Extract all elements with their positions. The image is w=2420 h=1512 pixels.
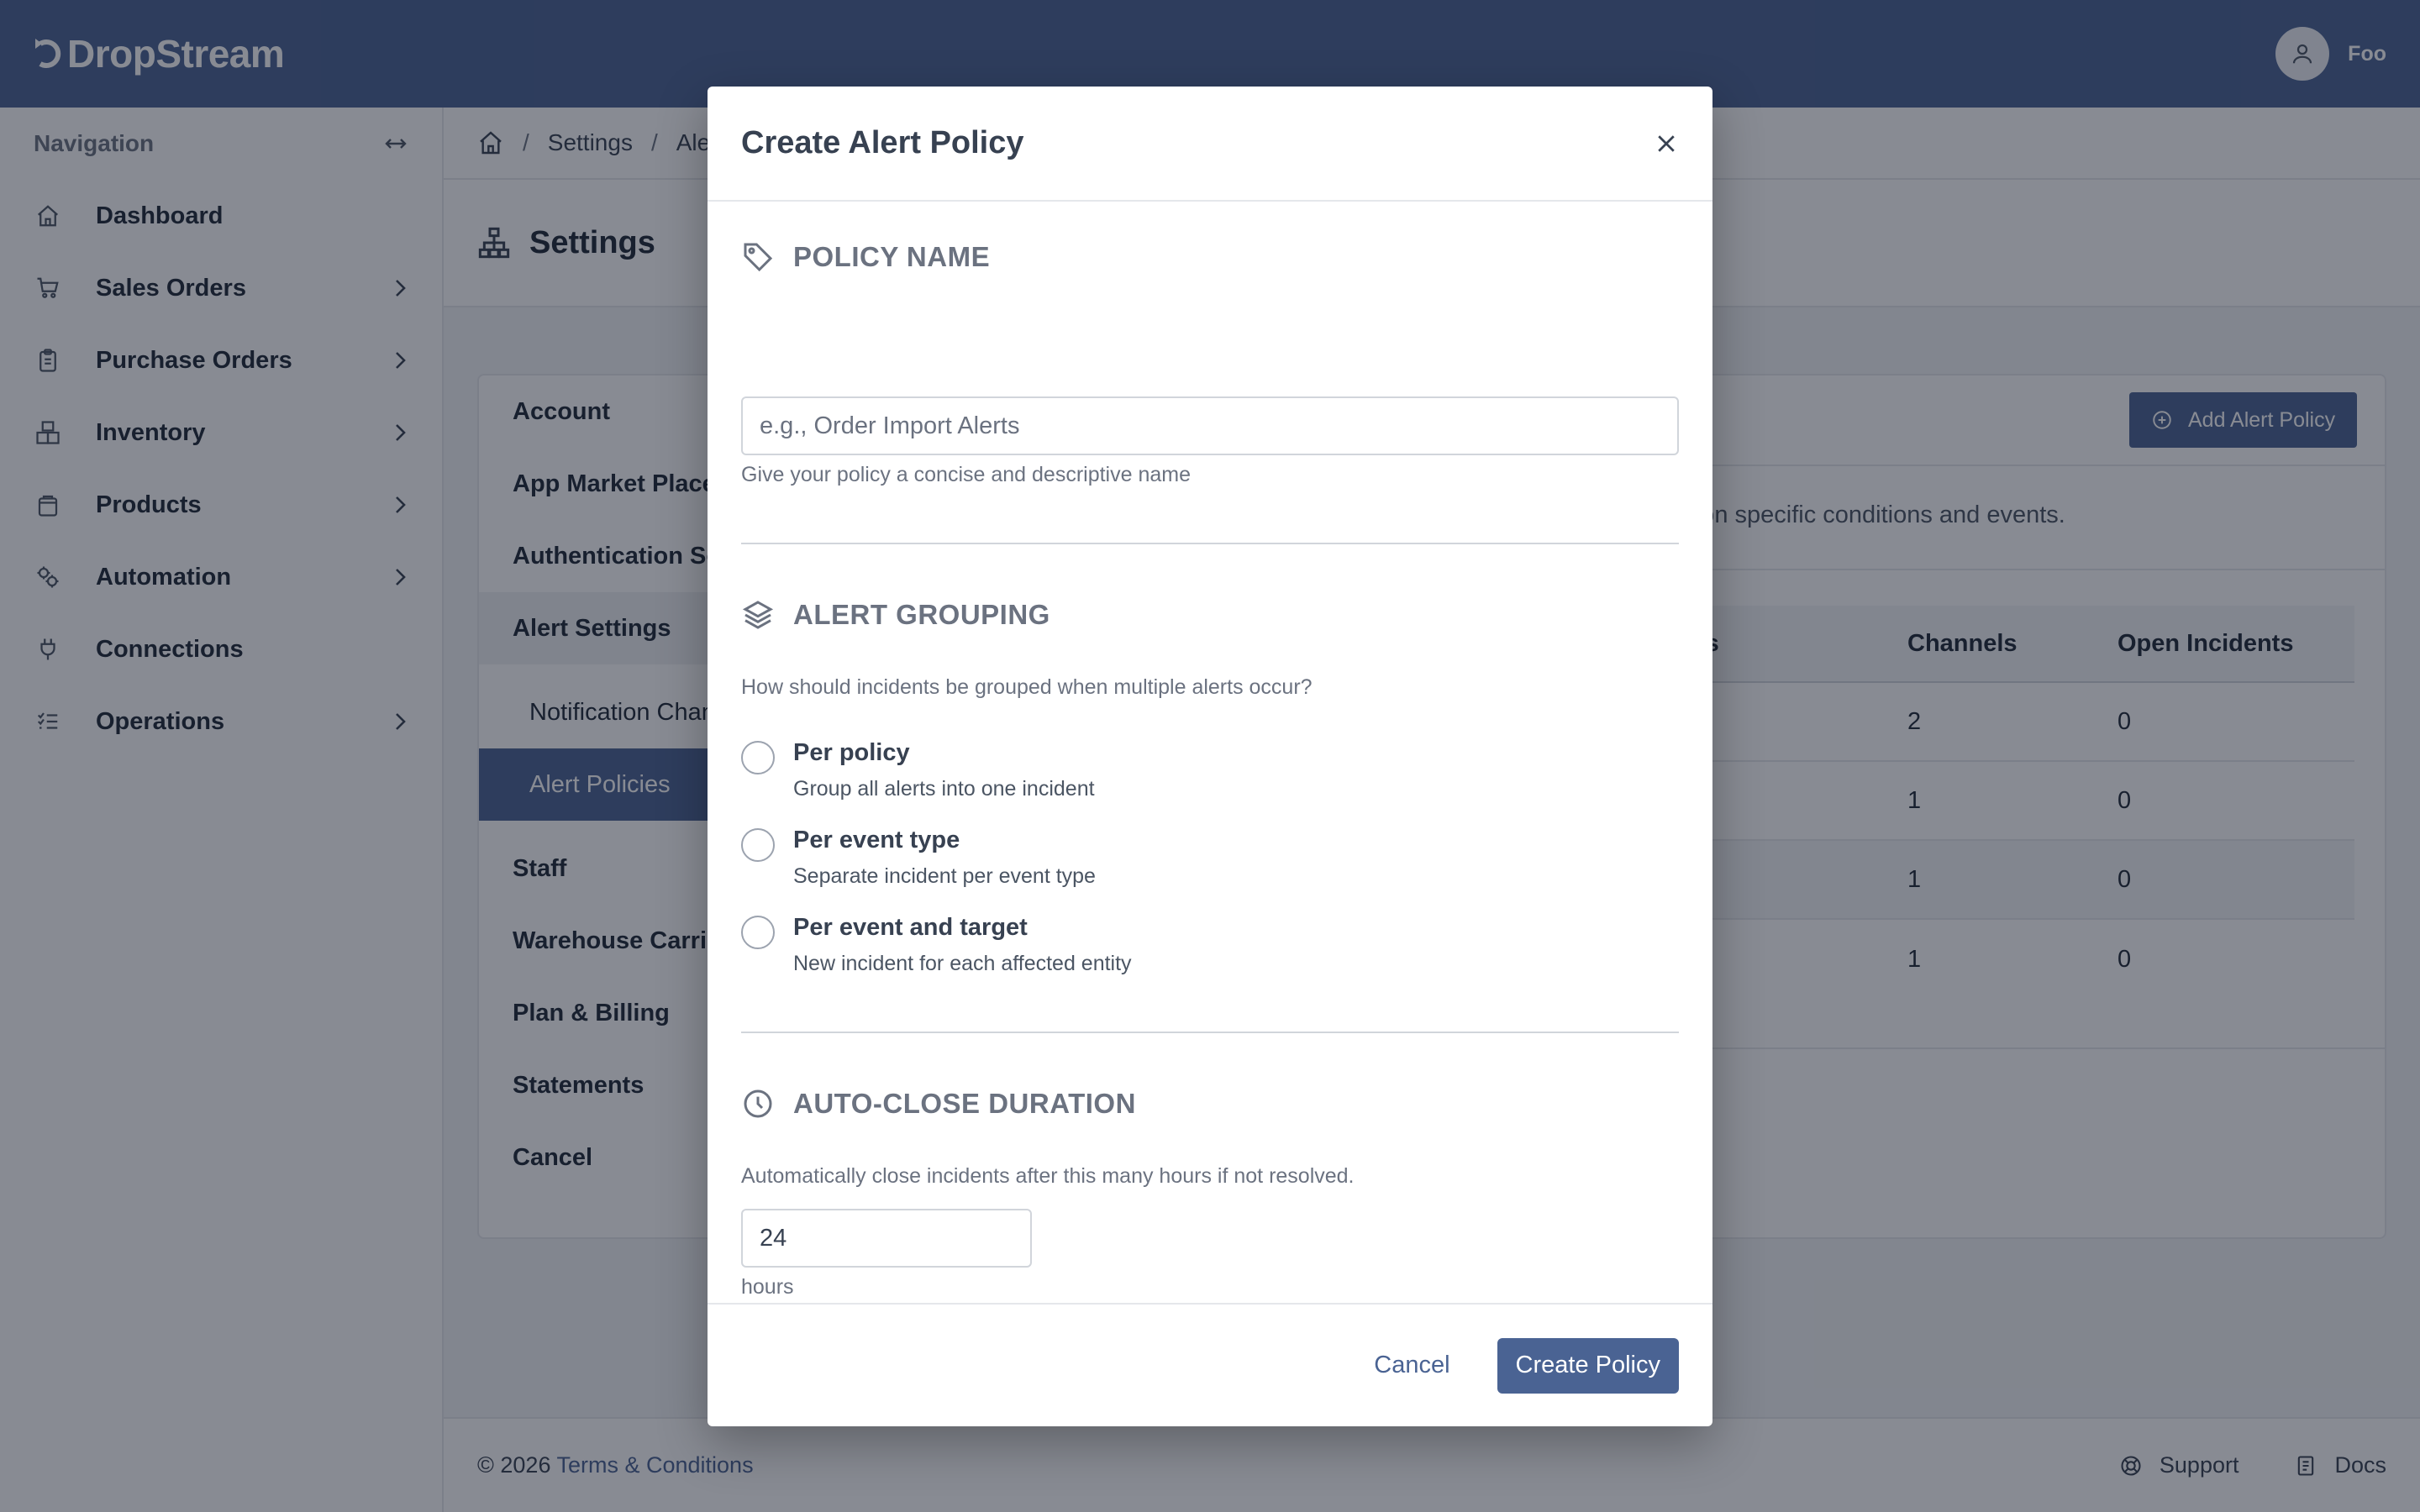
tag-icon <box>744 243 773 272</box>
modal-footer: Cancel Create Policy <box>708 1303 1712 1426</box>
auto-close-heading: AUTO-CLOSE DURATION <box>741 1087 1136 1121</box>
option-description: Separate incident per event type <box>793 864 1096 888</box>
create-alert-policy-modal: Create Alert Policy POLICY NAME e.g., Or… <box>708 87 1712 1426</box>
modal-title: Create Alert Policy <box>741 125 1024 160</box>
create-policy-button[interactable]: Create Policy <box>1497 1337 1679 1394</box>
policy-name-heading-text: POLICY NAME <box>793 241 991 272</box>
auto-close-heading-text: AUTO-CLOSE DURATION <box>793 1088 1136 1119</box>
radio-button[interactable] <box>741 828 775 862</box>
alert-grouping-heading: ALERT GROUPING <box>741 598 1050 632</box>
modal-header: Create Alert Policy <box>708 87 1712 202</box>
option-title: Per event type <box>793 827 960 853</box>
policy-name-heading: POLICY NAME <box>741 240 990 274</box>
option-text: Per policy Group all alerts into one inc… <box>793 739 1095 801</box>
option-description: Group all alerts into one incident <box>793 777 1095 801</box>
auto-close-hours-input[interactable]: 24 <box>741 1209 1032 1268</box>
divider <box>741 543 1679 544</box>
radio-button[interactable] <box>741 741 775 774</box>
auto-close-unit: hours <box>741 1275 794 1299</box>
option-text: Per event type Separate incident per eve… <box>793 827 1096 889</box>
option-title: Per policy <box>793 739 910 766</box>
policy-name-help: Give your policy a concise and descripti… <box>741 463 1191 486</box>
grouping-option-per-event-and-target[interactable]: Per event and target New incident for ea… <box>741 914 1132 976</box>
option-text: Per event and target New incident for ea… <box>793 914 1132 976</box>
radio-button[interactable] <box>741 916 775 949</box>
policy-name-input[interactable]: e.g., Order Import Alerts <box>741 396 1679 455</box>
divider <box>741 1032 1679 1033</box>
alert-grouping-question: How should incidents be grouped when mul… <box>741 675 1313 699</box>
option-title: Per event and target <box>793 914 1028 941</box>
cancel-button[interactable]: Cancel <box>1360 1339 1463 1393</box>
alert-grouping-heading-text: ALERT GROUPING <box>793 599 1050 630</box>
grouping-option-per-event-type[interactable]: Per event type Separate incident per eve… <box>741 827 1096 889</box>
grouping-option-per-policy[interactable]: Per policy Group all alerts into one inc… <box>741 739 1095 801</box>
clock-icon <box>744 1089 772 1118</box>
layers-icon <box>742 601 774 629</box>
close-icon[interactable] <box>1654 131 1679 156</box>
auto-close-help: Automatically close incidents after this… <box>741 1164 1355 1188</box>
option-description: New incident for each affected entity <box>793 952 1132 975</box>
